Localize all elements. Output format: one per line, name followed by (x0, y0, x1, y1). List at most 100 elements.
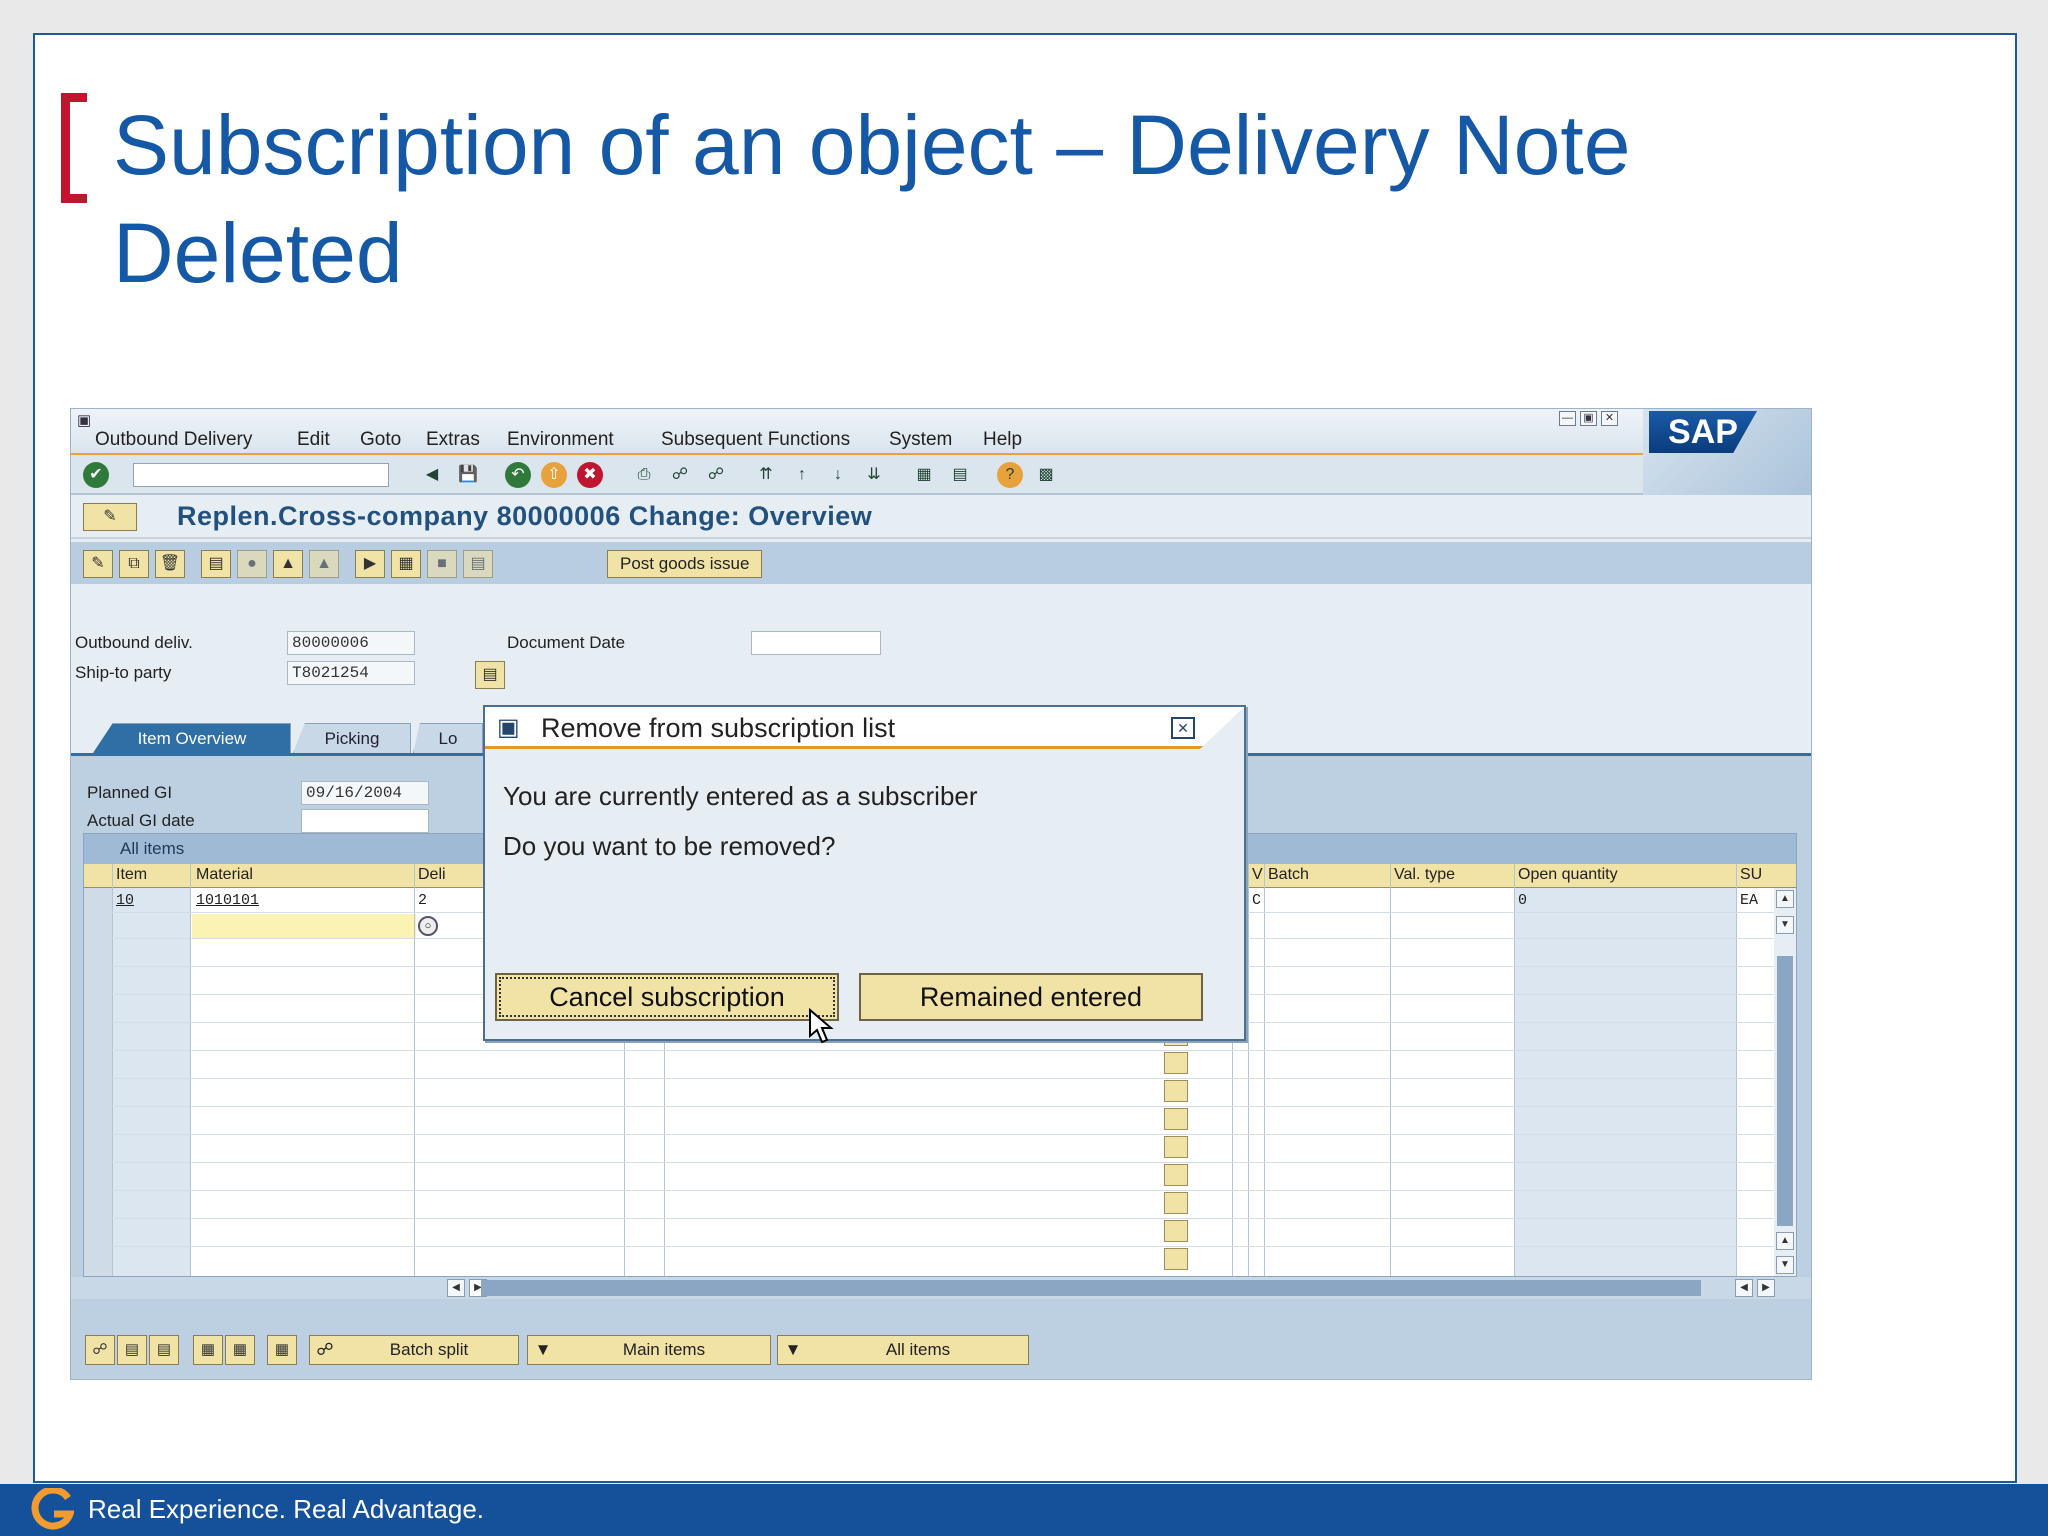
col-su[interactable]: SU (1740, 866, 1762, 884)
main-items-button[interactable]: ▼ Main items (527, 1335, 771, 1365)
delete-row-icon[interactable]: ▦ (225, 1335, 255, 1365)
document-date-field[interactable] (751, 631, 881, 655)
scroll-up-icon[interactable]: ▲ (1776, 1232, 1794, 1250)
create-session-icon[interactable]: ▦ (911, 462, 937, 488)
minimize-icon[interactable]: — (1559, 411, 1576, 426)
header-icon[interactable]: ▤ (201, 550, 231, 578)
detail-button-icon[interactable] (1164, 1164, 1188, 1186)
last-page-icon[interactable]: ⇊ (861, 462, 887, 488)
text-icon[interactable]: ▤ (463, 550, 493, 578)
title-bracket (61, 93, 87, 203)
enter-icon[interactable]: ✔ (83, 462, 109, 488)
table-settings-icon[interactable]: ▦ (267, 1335, 297, 1365)
detail-button-icon[interactable] (1164, 1192, 1188, 1214)
row1-item[interactable]: 10 (116, 892, 134, 909)
find-next-icon[interactable]: ☍ (703, 462, 729, 488)
scroll-track[interactable] (481, 1280, 1701, 1296)
detail-button-icon[interactable] (1164, 1136, 1188, 1158)
scroll-thumb[interactable] (1777, 956, 1793, 1226)
detail-button-icon[interactable] (1164, 1220, 1188, 1242)
table-vertical-scrollbar[interactable]: ▲ ▼ ▲ ▼ (1774, 888, 1796, 1276)
menu-help[interactable]: Help (983, 429, 1022, 451)
delete-icon[interactable]: 🗑 (155, 550, 185, 578)
scroll-down-icon[interactable]: ▼ (1776, 1256, 1794, 1274)
tab-picking[interactable]: Picking (293, 723, 411, 753)
pack-icon[interactable]: ▦ (391, 550, 421, 578)
partner-details-icon[interactable]: ▤ (475, 661, 505, 689)
menu-extras[interactable]: Extras (426, 429, 480, 451)
scroll-right-icon[interactable]: ▶ (1757, 1279, 1775, 1297)
row1-material[interactable]: 1010101 (196, 892, 259, 909)
col-item[interactable]: Item (116, 866, 147, 884)
menu-edit[interactable]: Edit (297, 429, 330, 451)
edit-icon[interactable]: ✎ (83, 550, 113, 578)
col-v[interactable]: V (1252, 866, 1263, 884)
menu-system[interactable]: System (889, 429, 952, 451)
scroll-left-icon[interactable]: ◀ (447, 1279, 465, 1297)
close-window-icon[interactable]: ✕ (1601, 411, 1618, 426)
partner-icon[interactable]: ● (237, 550, 267, 578)
menu-goto[interactable]: Goto (360, 429, 401, 451)
outbound-deliv-field[interactable]: 80000006 (287, 631, 415, 655)
ship-to-party-field[interactable]: T8021254 (287, 661, 415, 685)
col-material[interactable]: Material (196, 866, 253, 884)
close-icon[interactable]: ✕ (1171, 717, 1195, 739)
table-horizontal-scrollbar[interactable]: ◀ ▶ ◀ ▶ (71, 1277, 1811, 1299)
pick-icon[interactable]: ▶ (355, 550, 385, 578)
exit-icon[interactable]: ⇧ (541, 462, 567, 488)
shipment-icon[interactable]: ▲ (309, 550, 339, 578)
possible-entries-icon[interactable]: ○ (418, 916, 438, 936)
maximize-icon[interactable]: ▣ (1580, 411, 1597, 426)
copy-icon[interactable]: ⧉ (119, 550, 149, 578)
post-goods-issue-button[interactable]: Post goods issue (607, 550, 763, 578)
col-batch[interactable]: Batch (1268, 866, 1309, 884)
shortcut-icon[interactable]: ▤ (947, 462, 973, 488)
detail-button-icon[interactable] (1164, 1248, 1188, 1270)
first-page-icon[interactable]: ⇈ (753, 462, 779, 488)
material-input-cell[interactable] (192, 914, 416, 938)
transport-icon[interactable]: ▲ (273, 550, 303, 578)
tab-loading[interactable]: Lo (413, 723, 483, 753)
scroll-down-icon[interactable]: ▼ (1776, 916, 1794, 934)
col-val-type[interactable]: Val. type (1394, 866, 1455, 884)
scroll-up-icon[interactable]: ▲ (1776, 890, 1794, 908)
cancel-subscription-button[interactable]: Cancel subscription (495, 973, 839, 1021)
layout-menu-icon[interactable]: ▩ (1033, 462, 1059, 488)
help-icon[interactable]: ? (997, 462, 1023, 488)
dialog-title: Remove from subscription list (541, 713, 896, 743)
menu-subsequent-functions[interactable]: Subsequent Functions (661, 429, 850, 451)
display-change-icon[interactable]: ✎ (83, 503, 137, 531)
batch-split-label: Batch split (389, 1340, 469, 1359)
next-page-icon[interactable]: ↓ (825, 462, 851, 488)
col-divider (1736, 864, 1737, 1276)
deselect-all-icon[interactable]: ▤ (149, 1335, 179, 1365)
detail-button-icon[interactable] (1164, 1052, 1188, 1074)
menu-icon[interactable]: ▣ (77, 411, 91, 429)
menu-environment[interactable]: Environment (507, 429, 614, 451)
back-arrow-icon[interactable]: ◀ (419, 462, 445, 488)
command-field[interactable] (133, 463, 389, 487)
tab-item-overview[interactable]: Item Overview (93, 723, 291, 753)
col-open-quantity[interactable]: Open quantity (1518, 866, 1618, 884)
detail-button-icon[interactable] (1164, 1080, 1188, 1102)
detail-button-icon[interactable] (1164, 1108, 1188, 1130)
previous-page-icon[interactable]: ↑ (789, 462, 815, 488)
batch-split-button[interactable]: ☍ Batch split (309, 1335, 519, 1365)
actual-gi-date-field[interactable] (301, 809, 429, 833)
planned-gi-field[interactable]: 09/16/2004 (301, 781, 429, 805)
back-icon[interactable]: ↶ (505, 462, 531, 488)
detail-icon[interactable]: ☍ (85, 1335, 115, 1365)
select-all-icon[interactable]: ▤ (117, 1335, 147, 1365)
all-items-button[interactable]: ▼ All items (777, 1335, 1029, 1365)
print-icon[interactable]: ⎙ (631, 462, 657, 488)
menu-outbound-delivery[interactable]: Outbound Delivery (95, 429, 252, 451)
all-items-label: All items (885, 1340, 951, 1359)
cancel-icon[interactable]: ✖ (577, 462, 603, 488)
scroll-left-icon[interactable]: ◀ (1735, 1279, 1753, 1297)
save-icon[interactable]: 💾 (455, 462, 481, 488)
remained-entered-button[interactable]: Remained entered (859, 973, 1203, 1021)
find-icon[interactable]: ☍ (667, 462, 693, 488)
col-deli[interactable]: Deli (418, 866, 446, 884)
insert-row-icon[interactable]: ▦ (193, 1335, 223, 1365)
output-icon[interactable]: ■ (427, 550, 457, 578)
